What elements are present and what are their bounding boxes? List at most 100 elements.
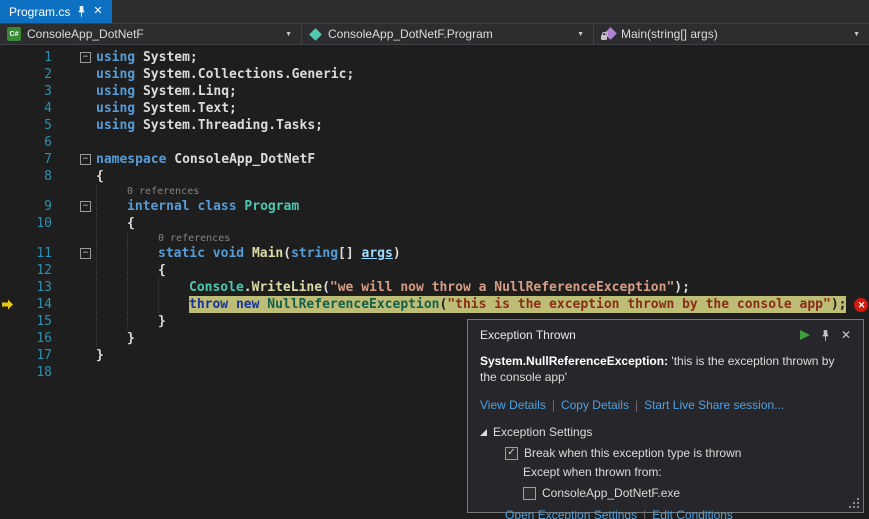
line-number[interactable]: 4	[16, 100, 52, 117]
link-view-details[interactable]: View Details	[480, 398, 546, 412]
chevron-down-icon[interactable]: ▼	[577, 31, 586, 38]
breakpoint-margin[interactable]	[0, 262, 16, 279]
fold-collapse-icon[interactable]: −	[80, 248, 91, 259]
code-line: 12 {	[0, 262, 869, 279]
breakpoint-margin[interactable]	[0, 313, 16, 330]
breakpoint-margin[interactable]	[0, 215, 16, 232]
breakpoint-margin[interactable]	[0, 168, 16, 185]
fold-margin	[52, 117, 96, 134]
breakpoint-margin[interactable]	[0, 151, 16, 168]
line-number[interactable]: 3	[16, 83, 52, 100]
code-token: class	[197, 199, 244, 214]
fold-margin: −	[52, 151, 96, 168]
continue-execution-icon[interactable]	[800, 330, 810, 340]
code-line: 14 throw new NullReferenceException("this…	[0, 296, 869, 313]
code-text[interactable]: using System;	[96, 49, 869, 66]
line-number[interactable]	[16, 232, 52, 245]
link-edit-conditions[interactable]: Edit Conditions	[652, 508, 733, 519]
breakpoint-margin[interactable]	[0, 66, 16, 83]
breakpoint-margin[interactable]	[0, 134, 16, 151]
exception-error-icon[interactable]: ✕	[854, 298, 868, 312]
code-text[interactable]: internal class Program	[96, 198, 869, 215]
code-text[interactable]	[96, 134, 869, 151]
code-text[interactable]: {	[96, 215, 869, 232]
except-module-checkbox[interactable]	[523, 487, 536, 500]
except-module-label: ConsoleApp_DotNetF.exe	[542, 486, 680, 500]
codelens-text-area[interactable]: 0 references	[96, 232, 869, 245]
line-number[interactable]: 14	[16, 296, 52, 313]
exception-settings-section[interactable]: Exception Settings	[480, 425, 851, 439]
chevron-down-icon[interactable]: ▼	[853, 31, 862, 38]
line-number[interactable]: 13	[16, 279, 52, 296]
line-number[interactable]: 7	[16, 151, 52, 168]
line-number[interactable]: 2	[16, 66, 52, 83]
codelens-text-area[interactable]: 0 references	[96, 185, 869, 198]
line-number[interactable]: 11	[16, 245, 52, 262]
resize-grip-icon[interactable]	[848, 497, 859, 508]
method-dropdown-label: Main(string[] args)	[621, 27, 718, 41]
method-dropdown[interactable]: Main(string[] args) ▼	[594, 24, 869, 44]
code-token: )	[393, 246, 401, 261]
breakpoint-margin[interactable]	[0, 232, 16, 245]
code-text[interactable]: {	[96, 262, 869, 279]
close-popup-icon[interactable]: ✕	[841, 329, 851, 341]
link-copy-details[interactable]: Copy Details	[561, 398, 629, 412]
code-text[interactable]: {	[96, 168, 869, 185]
link-start-live-share-session[interactable]: Start Live Share session...	[644, 398, 784, 412]
code-text[interactable]: using System.Linq;	[96, 83, 869, 100]
line-number[interactable]: 12	[16, 262, 52, 279]
pin-popup-icon[interactable]	[821, 329, 830, 342]
line-number[interactable]	[16, 185, 52, 198]
line-number[interactable]: 18	[16, 364, 52, 381]
code-token: Main	[252, 246, 283, 261]
code-text[interactable]: namespace ConsoleApp_DotNetF	[96, 151, 869, 168]
project-dropdown-label: ConsoleApp_DotNetF	[27, 27, 144, 41]
breakpoint-margin[interactable]	[0, 117, 16, 134]
codelens-references[interactable]: 0 references	[158, 233, 230, 244]
code-text[interactable]: static void Main(string[] args)	[96, 245, 869, 262]
code-text[interactable]: throw new NullReferenceException("this i…	[96, 296, 869, 313]
breakpoint-margin[interactable]	[0, 198, 16, 215]
fold-collapse-icon[interactable]: −	[80, 52, 91, 63]
line-number[interactable]: 10	[16, 215, 52, 232]
fold-collapse-icon[interactable]: −	[80, 201, 91, 212]
class-icon	[309, 28, 322, 41]
line-number[interactable]: 8	[16, 168, 52, 185]
fold-collapse-icon[interactable]: −	[80, 154, 91, 165]
link-open-exception-settings[interactable]: Open Exception Settings	[505, 508, 637, 519]
tab-title: Program.cs	[9, 5, 70, 19]
line-number[interactable]: 6	[16, 134, 52, 151]
line-number[interactable]: 17	[16, 347, 52, 364]
line-number[interactable]: 1	[16, 49, 52, 66]
breakpoint-margin[interactable]	[0, 296, 16, 313]
tab-program-cs[interactable]: Program.cs ✕	[0, 0, 112, 23]
codelens-references[interactable]: 0 references	[127, 186, 199, 197]
code-text[interactable]: using System.Collections.Generic;	[96, 66, 869, 83]
breakpoint-margin[interactable]	[0, 49, 16, 66]
indent-guide	[96, 279, 127, 296]
line-number[interactable]: 9	[16, 198, 52, 215]
line-number[interactable]: 15	[16, 313, 52, 330]
breakpoint-margin[interactable]	[0, 245, 16, 262]
breakpoint-margin[interactable]	[0, 185, 16, 198]
breakpoint-margin[interactable]	[0, 100, 16, 117]
code-text[interactable]: Console.WriteLine("we will now throw a N…	[96, 279, 869, 296]
close-tab-icon[interactable]: ✕	[93, 6, 102, 17]
code-token: "we will now throw a NullReferenceExcept…	[330, 280, 674, 295]
breakpoint-margin[interactable]	[0, 279, 16, 296]
break-when-thrown-checkbox[interactable]: ✓	[505, 447, 518, 460]
breakpoint-margin[interactable]	[0, 330, 16, 347]
breakpoint-margin[interactable]	[0, 364, 16, 381]
pin-icon[interactable]	[77, 5, 86, 18]
expander-icon[interactable]	[480, 429, 487, 436]
code-text[interactable]: using System.Text;	[96, 100, 869, 117]
breakpoint-margin[interactable]	[0, 83, 16, 100]
breakpoint-margin[interactable]	[0, 347, 16, 364]
project-dropdown[interactable]: C# ConsoleApp_DotNetF ▼	[0, 24, 302, 44]
line-number[interactable]: 16	[16, 330, 52, 347]
code-token: WriteLine	[252, 280, 322, 295]
line-number[interactable]: 5	[16, 117, 52, 134]
code-text[interactable]: using System.Threading.Tasks;	[96, 117, 869, 134]
class-dropdown[interactable]: ConsoleApp_DotNetF.Program ▼	[302, 24, 594, 44]
chevron-down-icon[interactable]: ▼	[285, 31, 294, 38]
